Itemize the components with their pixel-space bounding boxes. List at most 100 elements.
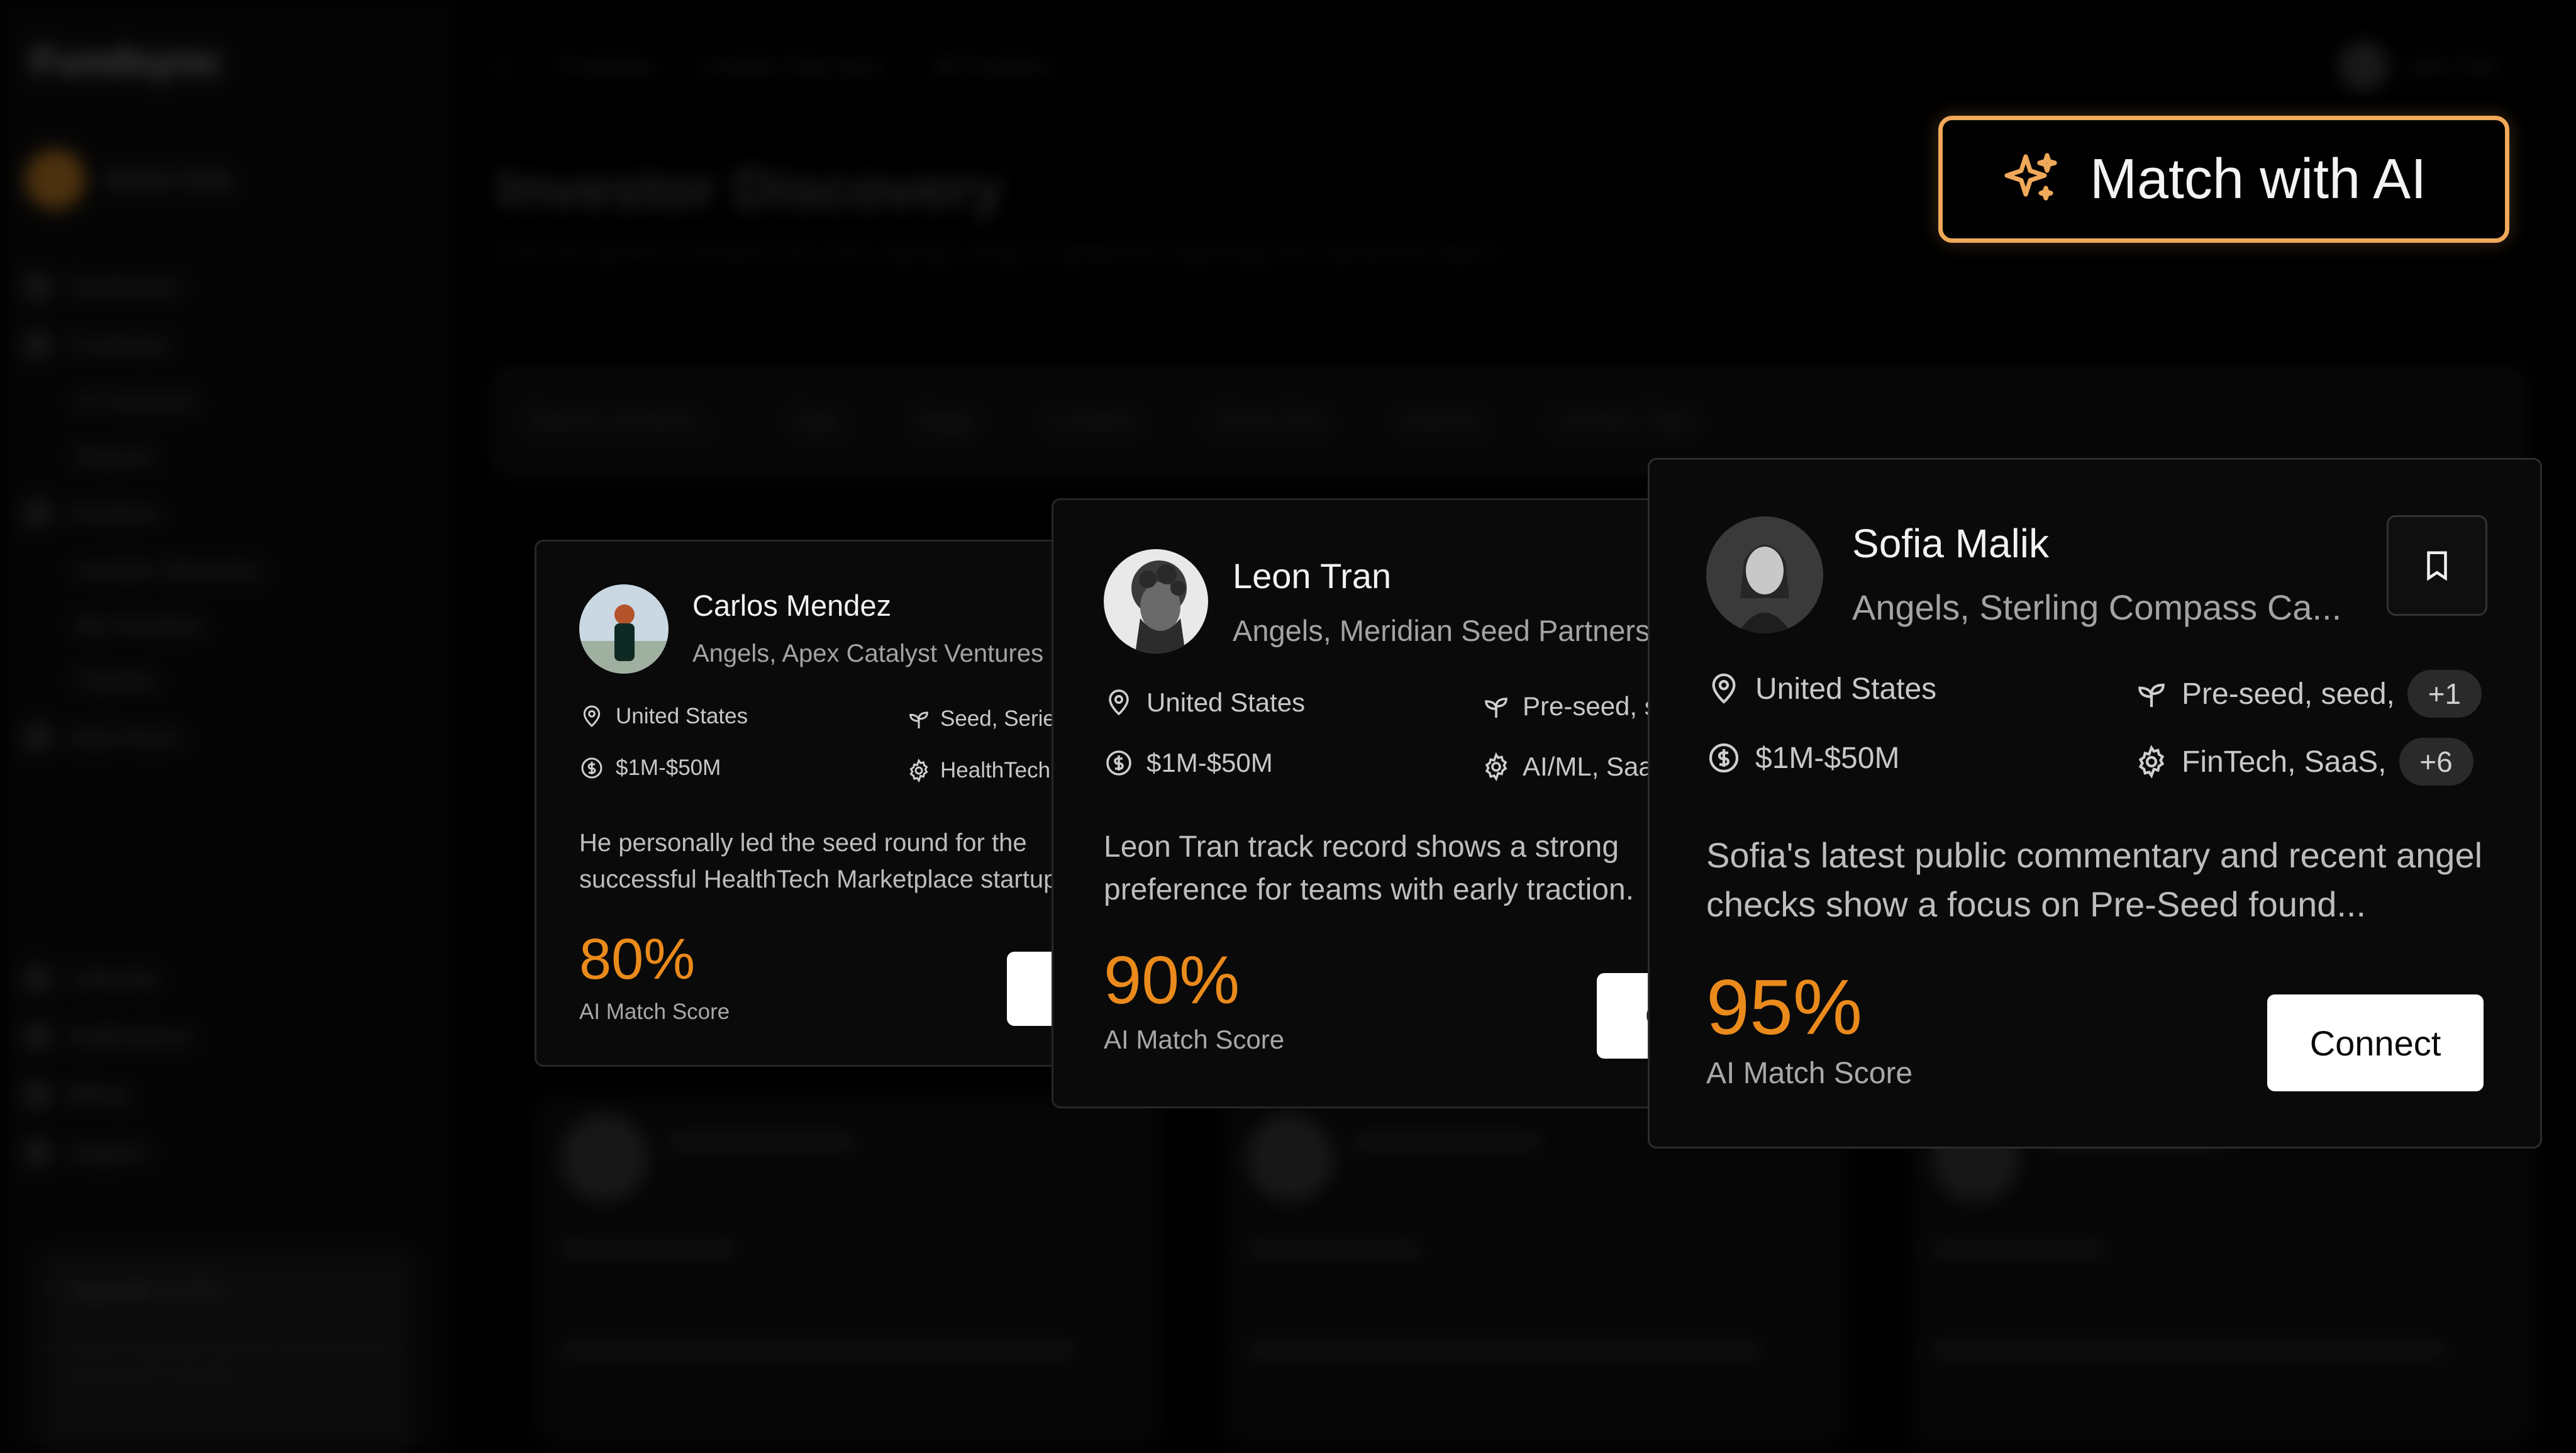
page-title: Investor Discovery — [497, 158, 1004, 221]
promo-title: Upgrade to Pro — [63, 1277, 225, 1303]
bell-icon — [25, 1024, 50, 1049]
dollar-circle-icon — [1106, 750, 1131, 776]
dollar-circle-icon — [1709, 743, 1739, 773]
bookmark-button[interactable] — [2387, 515, 2487, 616]
investor-role: Angels, Apex Catalyst Ventures — [692, 640, 1044, 667]
sidebar-item-investors[interactable]: Investors — [25, 484, 428, 542]
fundraise-icon — [25, 332, 50, 357]
promo-text: Unlock unlimited investor matches and ad… — [63, 1337, 386, 1385]
sidebar-item-pipeline[interactable]: Pipeline — [25, 653, 428, 708]
sprout-icon — [1485, 698, 1507, 718]
filter-location[interactable]: Location — [1050, 408, 1136, 435]
check-size: $1M-$50M — [1706, 740, 1899, 776]
ai-match-score: 95% — [1706, 964, 1863, 1051]
location: United States — [1104, 688, 1305, 718]
sidebar-nav: Dashboard Fundraise AI Outreach Reports … — [25, 258, 428, 766]
gear-icon — [1485, 752, 1507, 781]
workspace-avatar — [25, 149, 86, 209]
location: United States — [1706, 671, 1936, 706]
map-pin-icon — [1109, 689, 1129, 716]
investor-role: Angels, Meridian Seed Partners — [1233, 614, 1650, 647]
investor-name: Leon Tran — [1233, 556, 1392, 596]
match-with-ai-label: Match with AI — [2090, 147, 2427, 211]
investor-card-leon-tran[interactable]: Leon Tran Angels, Meridian Seed Partners… — [1052, 498, 1668, 1108]
avatar — [560, 1114, 648, 1202]
check-size: $1M-$50M — [579, 755, 721, 781]
sidebar-item-support[interactable]: Support — [25, 1123, 428, 1181]
breadcrumb-item[interactable]: Investor Discovery — [701, 53, 887, 79]
avatar — [1706, 516, 1823, 633]
user-name: John Doe — [2403, 53, 2501, 79]
sidebar-toggle-icon[interactable]: ▢ — [491, 53, 512, 79]
check-size: $1M-$50M — [1104, 748, 1273, 778]
breadcrumb: ▢ Fundraise Investor Discovery All Inves… — [491, 38, 1054, 94]
sparkles-icon — [2004, 153, 2057, 201]
filter-industry[interactable]: Industry — [1401, 408, 1482, 435]
filter-check-size[interactable]: Check Size — [1211, 408, 1326, 435]
support-icon — [25, 1140, 50, 1165]
avatar — [1104, 549, 1208, 654]
ai-match-score-label: AI Match Score — [1104, 1025, 1285, 1054]
avatar — [1246, 1114, 1334, 1202]
dashboard-icon — [25, 274, 50, 299]
sidebar-item-ai-outreach[interactable]: AI Outreach — [25, 374, 428, 429]
stages: Pre-seed, seed — [1481, 691, 1666, 721]
breadcrumb-item[interactable]: Fundraise — [556, 53, 657, 79]
workspace-switcher[interactable]: Acme Corp — [25, 145, 415, 214]
sidebar-item-data-room[interactable]: Data Room — [25, 708, 428, 766]
investor-role: Angels, Sterling Compass Ca... — [1852, 587, 2342, 627]
investor-description: Sofia's latest public commentary and rec… — [1706, 835, 2483, 924]
investor-description: He personally led the seed round for the… — [579, 829, 1063, 893]
sprout-icon — [2138, 683, 2165, 707]
sidebar-nav-bottom: Calendar Notifications Billing Support — [25, 950, 428, 1181]
data-room-icon — [25, 725, 50, 750]
connect-button[interactable]: Connect — [2267, 994, 2484, 1091]
user-menu[interactable]: John Doe — [2338, 38, 2501, 94]
investor-name: Sofia Malik — [1852, 521, 2049, 566]
sidebar-item-calendar[interactable]: Calendar — [25, 950, 428, 1008]
sidebar-item-billing[interactable]: Billing — [25, 1066, 428, 1123]
upgrade-promo[interactable]: Upgrade to Pro Unlock unlimited investor… — [38, 1252, 415, 1453]
map-pin-icon — [583, 705, 601, 728]
calendar-icon — [25, 966, 50, 991]
investor-name: Carlos Mendez — [692, 589, 892, 622]
page-subtitle: Find the perfect investors for your star… — [497, 239, 1506, 267]
match-with-ai-button[interactable]: Match with AI — [1938, 116, 2509, 243]
ai-match-score: 90% — [1104, 942, 1240, 1018]
map-pin-icon — [1712, 673, 1736, 704]
gear-icon — [2138, 745, 2165, 779]
avatar — [2338, 41, 2389, 91]
avatar — [579, 584, 669, 674]
sidebar-item-investor-discovery[interactable]: Investor Discovery — [25, 542, 428, 598]
bookmark-icon — [2427, 551, 2447, 581]
sidebar-item-notifications[interactable]: Notifications — [25, 1008, 428, 1066]
investor-card-sofia-malik[interactable]: Sofia Malik Angels, Sterling Compass Ca.… — [1648, 458, 2542, 1149]
location: United States — [579, 704, 748, 729]
sidebar: Fundsync Acme Corp Dashboard Fundraise A… — [0, 0, 453, 1453]
gear-icon — [909, 758, 928, 783]
workspace-name: Acme Corp — [104, 165, 231, 193]
investor-card-carlos-mendez[interactable]: Carlos Mendez Angels, Apex Catalyst Vent… — [535, 540, 1063, 1067]
ai-match-score-label: AI Match Score — [1706, 1057, 1913, 1090]
industries: HealthTech — [906, 758, 1050, 783]
billing-icon — [25, 1082, 50, 1107]
industries-more-badge[interactable]: +6 — [2399, 738, 2473, 786]
industries: AI/ML, SaaS — [1481, 752, 1666, 782]
stages-more-badge[interactable]: +1 — [2407, 670, 2482, 718]
search-input[interactable]: Search investors... — [528, 408, 716, 435]
ai-match-score-label: AI Match Score — [579, 999, 730, 1024]
sidebar-item-dashboard[interactable]: Dashboard — [25, 258, 428, 316]
investor-description: Leon Tran track record shows a strong pr… — [1104, 830, 1635, 906]
dollar-circle-icon — [581, 757, 602, 779]
sidebar-item-reports[interactable]: Reports — [25, 429, 428, 484]
sidebar-item-my-investors[interactable]: My Investors — [25, 598, 428, 653]
filter-type[interactable]: Type — [791, 408, 840, 435]
sidebar-item-fundraise[interactable]: Fundraise — [25, 316, 428, 374]
stages: Seed, Series A — [906, 706, 1061, 732]
filter-investor-type[interactable]: Investor Type — [1558, 408, 1693, 435]
breadcrumb-item: All Investors — [931, 53, 1055, 79]
ai-match-score: 80% — [579, 927, 696, 991]
industries: FinTech, SaaS, +6 — [2134, 738, 2473, 786]
filter-stage[interactable]: Stage — [916, 408, 975, 435]
investor-card-blurred[interactable] — [535, 1094, 1165, 1448]
